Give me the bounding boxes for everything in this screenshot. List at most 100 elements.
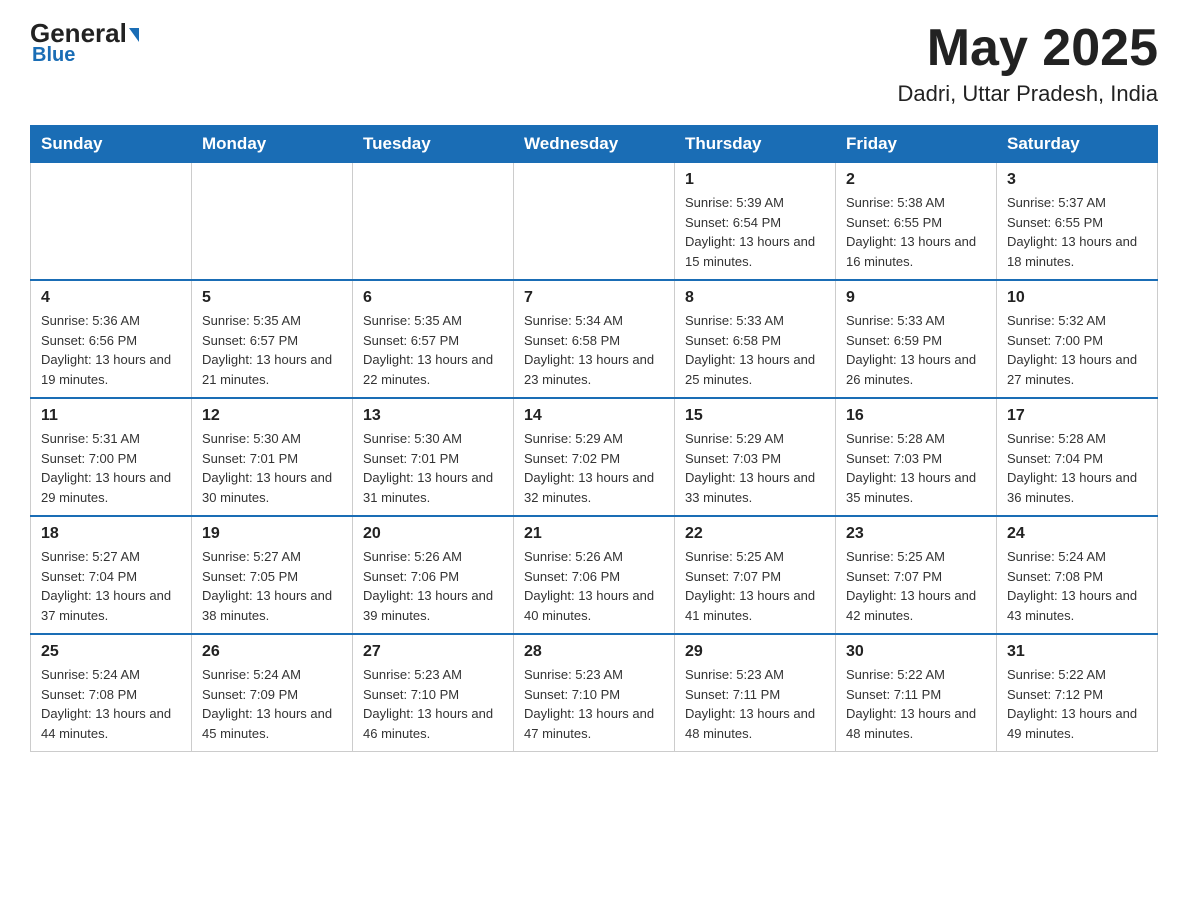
calendar-cell: 3 Sunrise: 5:37 AM Sunset: 6:55 PM Daylig… — [997, 163, 1158, 281]
calendar-cell: 14Sunrise: 5:29 AM Sunset: 7:02 PM Dayli… — [514, 398, 675, 516]
calendar-cell: 13Sunrise: 5:30 AM Sunset: 7:01 PM Dayli… — [353, 398, 514, 516]
logo-general: General — [30, 20, 139, 46]
day-info: Sunrise: 5:37 AM Sunset: 6:55 PM Dayligh… — [1007, 193, 1147, 271]
calendar-week-row: 4 Sunrise: 5:36 AM Sunset: 6:56 PM Daylig… — [31, 280, 1158, 398]
day-info: Sunrise: 5:27 AM Sunset: 7:04 PM Dayligh… — [41, 547, 181, 625]
calendar-cell — [192, 163, 353, 281]
day-info: Sunrise: 5:39 AM Sunset: 6:54 PM Dayligh… — [685, 193, 825, 271]
calendar-cell: 1 Sunrise: 5:39 AM Sunset: 6:54 PM Daylig… — [675, 163, 836, 281]
day-number: 25 — [41, 643, 181, 661]
day-number: 19 — [202, 525, 342, 543]
weekday-header-saturday: Saturday — [997, 126, 1158, 163]
day-info: Sunrise: 5:35 AM Sunset: 6:57 PM Dayligh… — [363, 311, 503, 389]
calendar-week-row: 1 Sunrise: 5:39 AM Sunset: 6:54 PM Daylig… — [31, 163, 1158, 281]
calendar-cell — [353, 163, 514, 281]
weekday-header-friday: Friday — [836, 126, 997, 163]
day-number: 6 — [363, 289, 503, 307]
day-info: Sunrise: 5:24 AM Sunset: 7:09 PM Dayligh… — [202, 665, 342, 743]
day-number: 26 — [202, 643, 342, 661]
day-number: 2 — [846, 171, 986, 189]
day-info: Sunrise: 5:30 AM Sunset: 7:01 PM Dayligh… — [202, 429, 342, 507]
calendar-table: SundayMondayTuesdayWednesdayThursdayFrid… — [30, 125, 1158, 752]
calendar-cell: 12 Sunrise: 5:30 AM Sunset: 7:01 PM Dayli… — [192, 398, 353, 516]
calendar-cell: 7 Sunrise: 5:34 AM Sunset: 6:58 PM Daylig… — [514, 280, 675, 398]
day-number: 7 — [524, 289, 664, 307]
weekday-header-monday: Monday — [192, 126, 353, 163]
day-info: Sunrise: 5:26 AM Sunset: 7:06 PM Dayligh… — [363, 547, 503, 625]
day-info: Sunrise: 5:27 AM Sunset: 7:05 PM Dayligh… — [202, 547, 342, 625]
calendar-cell: 10 Sunrise: 5:32 AM Sunset: 7:00 PM Dayli… — [997, 280, 1158, 398]
day-number: 28 — [524, 643, 664, 661]
day-number: 12 — [202, 407, 342, 425]
calendar-cell: 20 Sunrise: 5:26 AM Sunset: 7:06 PM Dayli… — [353, 516, 514, 634]
calendar-cell: 23Sunrise: 5:25 AM Sunset: 7:07 PM Dayli… — [836, 516, 997, 634]
calendar-cell: 9 Sunrise: 5:33 AM Sunset: 6:59 PM Daylig… — [836, 280, 997, 398]
calendar-cell: 22Sunrise: 5:25 AM Sunset: 7:07 PM Dayli… — [675, 516, 836, 634]
day-info: Sunrise: 5:33 AM Sunset: 6:59 PM Dayligh… — [846, 311, 986, 389]
day-number: 16 — [846, 407, 986, 425]
day-number: 14 — [524, 407, 664, 425]
day-number: 3 — [1007, 171, 1147, 189]
day-info: Sunrise: 5:31 AM Sunset: 7:00 PM Dayligh… — [41, 429, 181, 507]
day-number: 30 — [846, 643, 986, 661]
calendar-cell: 17 Sunrise: 5:28 AM Sunset: 7:04 PM Dayli… — [997, 398, 1158, 516]
day-info: Sunrise: 5:22 AM Sunset: 7:12 PM Dayligh… — [1007, 665, 1147, 743]
calendar-cell: 16Sunrise: 5:28 AM Sunset: 7:03 PM Dayli… — [836, 398, 997, 516]
month-year-title: May 2025 — [898, 20, 1158, 77]
logo-blue: Blue — [30, 44, 75, 67]
day-number: 29 — [685, 643, 825, 661]
weekday-header-thursday: Thursday — [675, 126, 836, 163]
day-info: Sunrise: 5:23 AM Sunset: 7:10 PM Dayligh… — [524, 665, 664, 743]
day-number: 9 — [846, 289, 986, 307]
day-info: Sunrise: 5:29 AM Sunset: 7:03 PM Dayligh… — [685, 429, 825, 507]
day-info: Sunrise: 5:23 AM Sunset: 7:11 PM Dayligh… — [685, 665, 825, 743]
day-info: Sunrise: 5:34 AM Sunset: 6:58 PM Dayligh… — [524, 311, 664, 389]
day-info: Sunrise: 5:28 AM Sunset: 7:04 PM Dayligh… — [1007, 429, 1147, 507]
calendar-cell: 31 Sunrise: 5:22 AM Sunset: 7:12 PM Dayli… — [997, 634, 1158, 752]
day-number: 18 — [41, 525, 181, 543]
day-number: 1 — [685, 171, 825, 189]
logo: General Blue — [30, 20, 139, 67]
page-header: General Blue May 2025 Dadri, Uttar Prade… — [30, 20, 1158, 107]
calendar-cell: 4 Sunrise: 5:36 AM Sunset: 6:56 PM Daylig… — [31, 280, 192, 398]
calendar-week-row: 11 Sunrise: 5:31 AM Sunset: 7:00 PM Dayli… — [31, 398, 1158, 516]
day-number: 31 — [1007, 643, 1147, 661]
calendar-cell — [31, 163, 192, 281]
day-number: 5 — [202, 289, 342, 307]
calendar-cell: 25 Sunrise: 5:24 AM Sunset: 7:08 PM Dayli… — [31, 634, 192, 752]
day-info: Sunrise: 5:33 AM Sunset: 6:58 PM Dayligh… — [685, 311, 825, 389]
calendar-cell: 11 Sunrise: 5:31 AM Sunset: 7:00 PM Dayli… — [31, 398, 192, 516]
calendar-cell — [514, 163, 675, 281]
day-number: 15 — [685, 407, 825, 425]
calendar-cell: 30 Sunrise: 5:22 AM Sunset: 7:11 PM Dayli… — [836, 634, 997, 752]
day-number: 17 — [1007, 407, 1147, 425]
day-info: Sunrise: 5:26 AM Sunset: 7:06 PM Dayligh… — [524, 547, 664, 625]
day-info: Sunrise: 5:24 AM Sunset: 7:08 PM Dayligh… — [41, 665, 181, 743]
calendar-cell: 2 Sunrise: 5:38 AM Sunset: 6:55 PM Daylig… — [836, 163, 997, 281]
title-area: May 2025 Dadri, Uttar Pradesh, India — [898, 20, 1158, 107]
day-number: 24 — [1007, 525, 1147, 543]
day-number: 4 — [41, 289, 181, 307]
calendar-cell: 5Sunrise: 5:35 AM Sunset: 6:57 PM Daylig… — [192, 280, 353, 398]
day-info: Sunrise: 5:36 AM Sunset: 6:56 PM Dayligh… — [41, 311, 181, 389]
day-number: 20 — [363, 525, 503, 543]
day-info: Sunrise: 5:38 AM Sunset: 6:55 PM Dayligh… — [846, 193, 986, 271]
day-number: 10 — [1007, 289, 1147, 307]
calendar-cell: 15 Sunrise: 5:29 AM Sunset: 7:03 PM Dayli… — [675, 398, 836, 516]
weekday-header-sunday: Sunday — [31, 126, 192, 163]
day-info: Sunrise: 5:25 AM Sunset: 7:07 PM Dayligh… — [846, 547, 986, 625]
calendar-cell: 8 Sunrise: 5:33 AM Sunset: 6:58 PM Daylig… — [675, 280, 836, 398]
calendar-week-row: 18 Sunrise: 5:27 AM Sunset: 7:04 PM Dayli… — [31, 516, 1158, 634]
day-number: 11 — [41, 407, 181, 425]
day-info: Sunrise: 5:22 AM Sunset: 7:11 PM Dayligh… — [846, 665, 986, 743]
location-title: Dadri, Uttar Pradesh, India — [898, 81, 1158, 107]
weekday-header-wednesday: Wednesday — [514, 126, 675, 163]
day-number: 22 — [685, 525, 825, 543]
day-info: Sunrise: 5:32 AM Sunset: 7:00 PM Dayligh… — [1007, 311, 1147, 389]
day-number: 8 — [685, 289, 825, 307]
calendar-cell: 28 Sunrise: 5:23 AM Sunset: 7:10 PM Dayli… — [514, 634, 675, 752]
calendar-cell: 6 Sunrise: 5:35 AM Sunset: 6:57 PM Daylig… — [353, 280, 514, 398]
calendar-cell: 27Sunrise: 5:23 AM Sunset: 7:10 PM Dayli… — [353, 634, 514, 752]
calendar-cell: 19 Sunrise: 5:27 AM Sunset: 7:05 PM Dayli… — [192, 516, 353, 634]
day-info: Sunrise: 5:30 AM Sunset: 7:01 PM Dayligh… — [363, 429, 503, 507]
